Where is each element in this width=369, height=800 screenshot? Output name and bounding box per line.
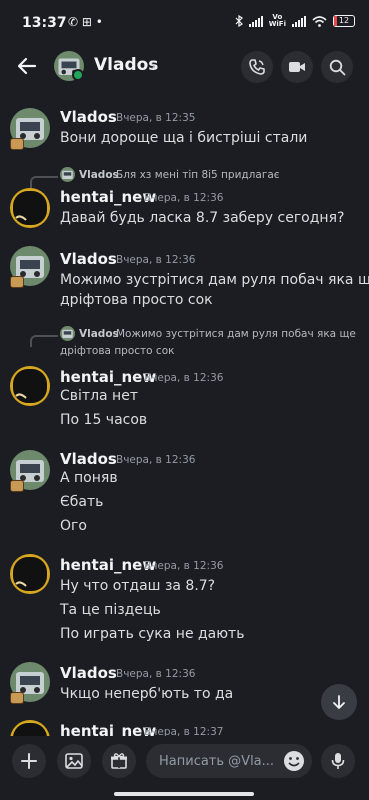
phone-icon — [249, 59, 265, 75]
reply-preview-text[interactable]: дріфтова просто сок — [60, 345, 174, 357]
message-text[interactable]: дріфтова просто сок — [60, 292, 213, 308]
gift-button[interactable] — [102, 744, 136, 778]
video-call-button[interactable] — [281, 51, 313, 83]
reply-author[interactable]: Vlados — [79, 169, 119, 181]
avatar-hentai-new[interactable] — [10, 720, 50, 736]
signal-strength-icon — [248, 15, 263, 27]
reply-connector — [30, 335, 58, 347]
reply-author[interactable]: Vlados — [79, 328, 119, 340]
message-text[interactable]: Можимо зустрітися дам руля побач яка ще — [60, 272, 369, 288]
chevron-right-icon[interactable]: › — [150, 56, 156, 75]
reply-connector — [30, 176, 58, 188]
scroll-to-bottom-button[interactable] — [321, 684, 357, 720]
message-text[interactable]: По играть сука не дають — [60, 626, 244, 642]
message-timestamp: Вчера, в 12:37 — [144, 726, 224, 736]
emoji-icon — [284, 751, 304, 771]
image-icon — [65, 753, 83, 769]
message-timestamp: Вчера, в 12:35 — [116, 112, 196, 124]
message-text[interactable]: Світла нет — [60, 388, 138, 404]
message-timestamp: Вчера, в 12:36 — [116, 254, 196, 266]
message-author[interactable]: Vlados — [60, 664, 117, 682]
message-text[interactable]: Ого — [60, 518, 87, 534]
message-author[interactable]: hentai_new — [60, 188, 156, 206]
video-camera-icon — [289, 62, 305, 72]
search-button[interactable] — [321, 51, 353, 83]
message-text[interactable]: Єбать — [60, 494, 103, 510]
arrow-down-icon — [333, 695, 345, 709]
reply-avatar — [60, 167, 75, 182]
message-text[interactable]: А поняв — [60, 470, 118, 486]
status-bar: 13:37 ✆ ⊞ • Vo WiFi 12 — [0, 0, 369, 44]
message-text[interactable]: Чкщо неперб'ють то да — [60, 686, 233, 702]
message-timestamp: Вчера, в 12:36 — [144, 192, 224, 204]
plus-icon — [21, 753, 37, 769]
reply-avatar — [60, 326, 75, 341]
reply-preview-text[interactable]: Бля хз мені тіп 8і5 придлагає — [116, 169, 280, 181]
message-text[interactable]: Давай будь ласка 8.7 заберу сегодня? — [60, 210, 344, 226]
message-list[interactable]: Vlados Вчера, в 12:35 Вони дороще ща і б… — [0, 100, 369, 736]
image-button[interactable] — [57, 744, 91, 778]
message-author[interactable]: hentai_new — [60, 556, 156, 574]
gift-icon — [111, 753, 127, 769]
message-timestamp: Вчера, в 12:36 — [116, 668, 196, 680]
avatar-decoration-badge — [10, 692, 24, 704]
avatar-hentai-new[interactable] — [10, 188, 50, 228]
status-notification-icons: ✆ ⊞ • — [68, 15, 103, 29]
message-text[interactable]: По 15 часов — [60, 412, 147, 428]
message-text[interactable]: Та це піздець — [60, 602, 161, 618]
vowifi-badge: Vo WiFi — [268, 13, 286, 28]
chat-title[interactable]: Vlados — [94, 55, 158, 75]
avatar-decoration-badge — [10, 276, 24, 288]
status-right-icons: Vo WiFi 12 — [235, 14, 355, 28]
message-author[interactable]: Vlados — [60, 450, 117, 468]
chat-header: Vlados › — [0, 44, 369, 90]
battery-indicator: 12 — [333, 15, 355, 27]
home-indicator[interactable] — [114, 792, 254, 796]
avatar-hentai-new[interactable] — [10, 554, 50, 594]
avatar-decoration-badge — [10, 138, 24, 150]
message-author[interactable]: Vlados — [60, 250, 117, 268]
voice-message-button[interactable] — [321, 744, 355, 778]
message-author[interactable]: hentai_new — [60, 368, 156, 386]
avatar-decoration-badge — [10, 480, 24, 492]
message-text[interactable]: Вони дороще ща і бистріші стали — [60, 130, 307, 146]
online-status-dot — [72, 69, 84, 81]
attach-button[interactable] — [12, 744, 46, 778]
message-author[interactable]: Vlados — [60, 108, 117, 126]
bluetooth-icon — [235, 15, 243, 27]
avatar-hentai-new[interactable] — [10, 366, 50, 406]
wifi-icon — [312, 15, 327, 27]
message-composer — [0, 736, 369, 800]
message-text[interactable]: Ну что отдаш за 8.7? — [60, 578, 215, 594]
message-timestamp: Вчера, в 12:36 — [144, 372, 224, 384]
message-timestamp: Вчера, в 12:36 — [144, 560, 224, 572]
reply-preview-text[interactable]: Можимо зустрітися дам руля побач яка ще — [116, 328, 356, 340]
message-author[interactable]: hentai_new — [60, 722, 156, 736]
search-icon — [329, 59, 345, 75]
signal-strength-icon-2 — [292, 15, 306, 27]
emoji-button[interactable] — [282, 749, 306, 773]
back-arrow-icon[interactable] — [14, 53, 40, 79]
voice-call-button[interactable] — [241, 51, 273, 83]
microphone-icon — [331, 753, 345, 769]
message-timestamp: Вчера, в 12:36 — [116, 454, 196, 466]
status-time: 13:37 — [22, 15, 67, 31]
